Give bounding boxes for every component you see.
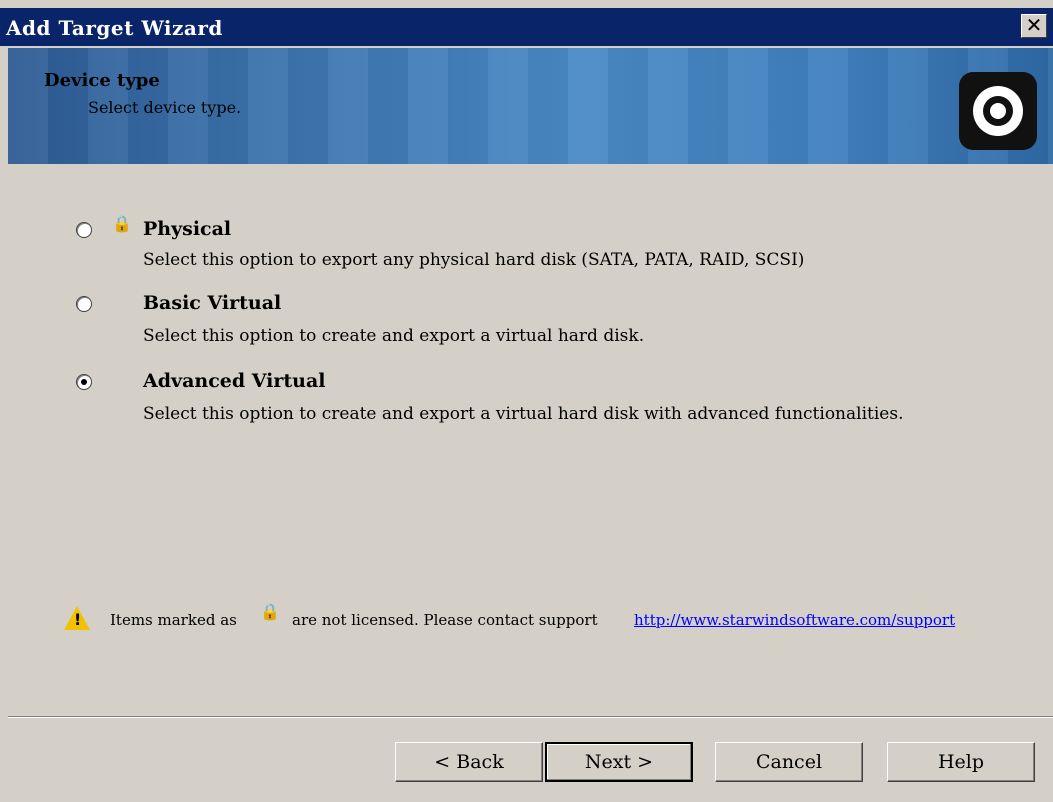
option-title: Basic Virtual bbox=[143, 292, 282, 314]
support-link[interactable]: http://www.starwindsoftware.com/support bbox=[634, 611, 955, 629]
option-description: Select this option to create and export … bbox=[143, 404, 904, 424]
lock-icon: 🔒 bbox=[112, 214, 132, 233]
help-button[interactable]: Help bbox=[887, 742, 1035, 782]
page-subtitle: Select device type. bbox=[88, 98, 242, 117]
radio-basic-virtual[interactable] bbox=[76, 296, 92, 312]
notice-text-after: are not licensed. Please contact support bbox=[292, 611, 598, 629]
button-divider bbox=[8, 716, 1053, 718]
starwind-logo-icon bbox=[959, 72, 1037, 150]
title-bar: Add Target Wizard ✕ bbox=[0, 8, 1053, 46]
page-title: Device type bbox=[44, 70, 160, 91]
radio-advanced-virtual[interactable] bbox=[76, 374, 92, 390]
add-target-wizard-window: Add Target Wizard ✕ Device type Select d… bbox=[0, 0, 1053, 802]
wizard-header: Device type Select device type. bbox=[8, 48, 1053, 164]
option-description: Select this option to create and export … bbox=[143, 326, 645, 346]
next-button[interactable]: Next > bbox=[545, 742, 693, 782]
lock-icon: 🔒 bbox=[260, 602, 280, 621]
notice-text-before: Items marked as bbox=[110, 611, 237, 629]
option-description: Select this option to export any physica… bbox=[143, 250, 805, 270]
radio-physical[interactable] bbox=[76, 222, 92, 238]
option-title: Physical bbox=[143, 218, 232, 240]
warning-icon bbox=[64, 606, 90, 630]
window-title: Add Target Wizard bbox=[6, 16, 223, 40]
close-button[interactable]: ✕ bbox=[1021, 14, 1047, 38]
back-button[interactable]: < Back bbox=[395, 742, 543, 782]
cancel-button[interactable]: Cancel bbox=[715, 742, 863, 782]
license-notice: Items marked as 🔒 are not licensed. Plea… bbox=[64, 602, 1044, 636]
option-title: Advanced Virtual bbox=[143, 370, 326, 392]
